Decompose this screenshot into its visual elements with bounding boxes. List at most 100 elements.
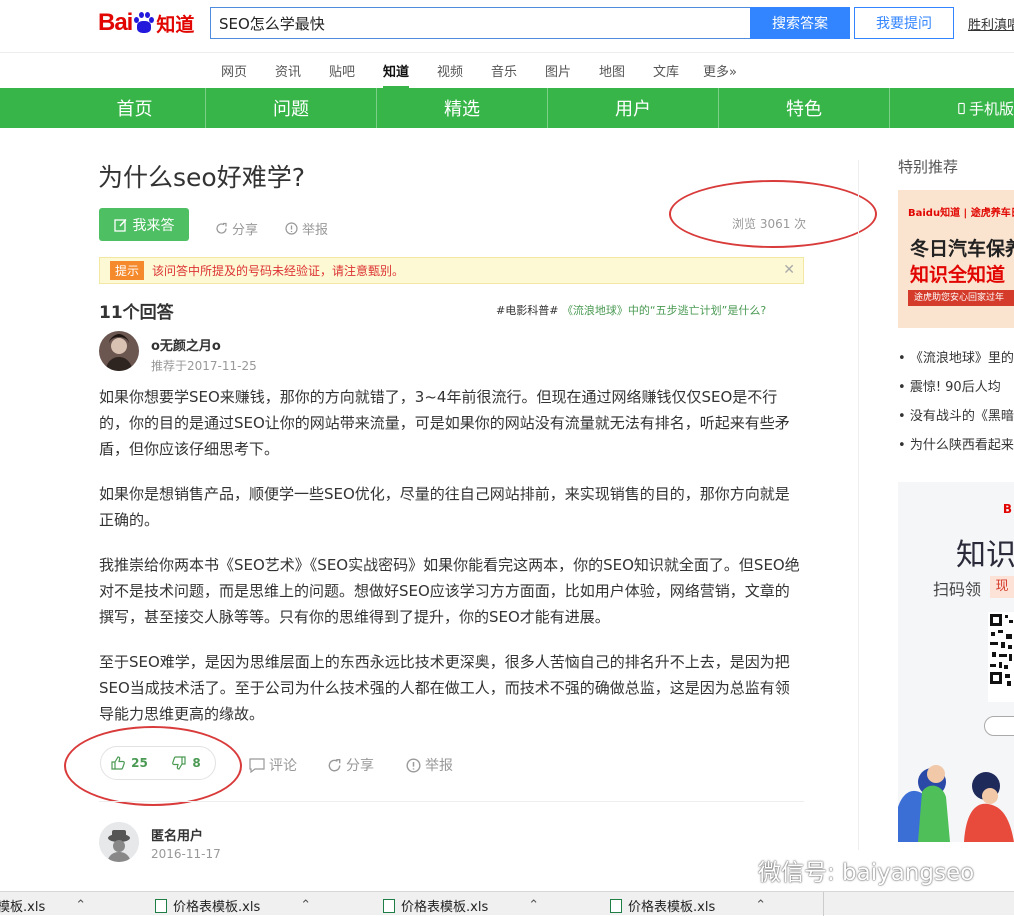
watermark-text: 微信号: baiyangseo	[758, 860, 975, 886]
excel-file-icon	[610, 898, 622, 913]
nav-mobile-label: 手机版	[968, 99, 1014, 118]
ad-tagline: 途虎助您安心回家过年	[908, 290, 1014, 306]
close-icon[interactable]: ✕	[783, 262, 795, 278]
search-answers-button[interactable]: 搜索答案	[750, 7, 850, 39]
ad2-title: 知识	[956, 538, 1014, 573]
nav-wenku[interactable]: 文库	[653, 61, 679, 80]
main-nav: 首页 问题 精选 用户 特色 手机版	[0, 88, 1014, 128]
wechat-watermark: 微信号: baiyangseo	[712, 853, 974, 887]
paw-icon	[134, 12, 155, 34]
ad2-button[interactable]	[984, 716, 1014, 736]
ad-brand: Baidu知道 | 途虎养车日	[908, 208, 1014, 219]
download-filename: 价格表模板.xls	[628, 900, 716, 915]
chevron-up-icon[interactable]: ⌃	[528, 898, 539, 913]
answer-button[interactable]: 我来答	[99, 208, 189, 241]
nav-maps[interactable]: 地图	[599, 61, 625, 80]
annotation-circle-views	[669, 180, 877, 248]
answer2-username: 匿名用户	[151, 829, 204, 844]
download-filename: 价格表模板.xls	[173, 900, 261, 915]
ad-headline-2: 知识全知道	[910, 264, 1006, 286]
wechat-icon	[713, 855, 751, 884]
hot-topic-link[interactable]: #电影科普# 《流浪地球》中的“五步逃亡计划”是什么?	[496, 302, 766, 318]
nav-featured[interactable]: 精选	[377, 88, 548, 128]
hot-topic-tag: #电影科普#	[496, 304, 559, 317]
sidebar-link[interactable]: • 震惊! 90后人均	[898, 376, 1001, 395]
top-bar: Bai 知道 SEO怎么学最快 搜索答案 我要提问 胜利滇唱	[0, 0, 1014, 50]
excel-file-icon	[155, 898, 167, 913]
report-answer-label: 举报	[425, 758, 453, 774]
share-icon	[216, 222, 227, 234]
edit-icon	[113, 218, 127, 232]
anonymous-avatar	[99, 822, 139, 862]
sidebar-title: 特别推荐	[898, 158, 959, 176]
nav-home[interactable]: 首页	[64, 88, 206, 128]
report-icon	[285, 222, 298, 235]
answer-count: 11个回答	[99, 303, 174, 323]
download-item[interactable]: 价格表模板.xls ⌃	[155, 896, 311, 915]
nav-web[interactable]: 网页	[221, 61, 247, 80]
notice-bar: 提示 该问答中所提及的号码未经验证，请注意甄别。 ✕	[99, 257, 804, 284]
nav-special[interactable]: 特色	[719, 88, 890, 128]
product-nav: 网页 资讯 贴吧 知道 视频 音乐 图片 地图 文库 更多»	[0, 52, 1014, 88]
user-link[interactable]: 胜利滇唱	[968, 14, 1014, 33]
download-filename: 价格表模板.xls	[0, 900, 46, 915]
answer2-date: 2016-11-17	[151, 847, 221, 861]
avatar[interactable]	[99, 331, 139, 371]
comment-link[interactable]: 评论	[249, 755, 297, 775]
download-item[interactable]: 价格表模板.xls ⌃	[383, 896, 539, 915]
baidu-zhidao-logo[interactable]: Bai 知道	[98, 6, 202, 40]
comment-label: 评论	[269, 758, 297, 774]
share-question-link[interactable]: 分享	[215, 219, 258, 238]
nav-video[interactable]: 视频	[437, 61, 463, 80]
sidebar-ad-qrcode[interactable]: B 知识 扫码领 现	[898, 482, 1014, 842]
answer-username[interactable]: o无颜之月o	[151, 335, 221, 354]
taskbar-divider	[823, 892, 824, 916]
download-filename: 价格表模板.xls	[401, 900, 489, 915]
answer-button-label: 我来答	[132, 217, 175, 234]
ad2-tag: 现	[990, 576, 1014, 598]
sidebar-link[interactable]: • 为什么陕西看起来	[898, 434, 1014, 453]
annotation-circle-votes	[64, 726, 242, 806]
nav-questions[interactable]: 问题	[206, 88, 377, 128]
answer-paragraph: 如果你想要学SEO来赚钱，那你的方向就错了，3~4年前很流行。但现在通过网络赚钱…	[99, 388, 790, 458]
report-icon	[406, 757, 421, 773]
ad2-subtitle: 扫码领	[933, 580, 982, 599]
ad-headline-1: 冬日汽车保养	[910, 238, 1014, 260]
nav-users[interactable]: 用户	[548, 88, 719, 128]
download-item[interactable]: 价格表模板.xls ⌃	[0, 896, 86, 915]
report-question-link[interactable]: 举报	[285, 219, 328, 238]
share-answer-link[interactable]: 分享	[327, 755, 374, 775]
answer-content: 如果你想要学SEO来赚钱，那你的方向就错了，3~4年前很流行。但现在通过网络赚钱…	[99, 384, 804, 746]
chevron-up-icon[interactable]: ⌃	[75, 898, 86, 913]
report-answer-link[interactable]: 举报	[406, 755, 453, 775]
nav-zhidao[interactable]: 知道	[383, 61, 410, 88]
sidebar-link[interactable]: • 《流浪地球》里的	[898, 347, 1014, 366]
answer-paragraph: 如果你是想销售产品，顺便学一些SEO优化，尽量的往自己网站排前，来实现销售的目的…	[99, 485, 790, 529]
nav-music[interactable]: 音乐	[491, 61, 517, 80]
ask-question-button[interactable]: 我要提问	[854, 7, 954, 39]
search-input[interactable]: SEO怎么学最快	[210, 7, 750, 39]
answer-date: 推荐于2017-11-25	[151, 359, 257, 373]
download-bar: 价格表模板.xls ⌃ 价格表模板.xls ⌃ 价格表模板.xls ⌃ 价格表模板.x…	[0, 891, 1014, 916]
sidebar-link[interactable]: • 没有战斗的《黑暗	[898, 405, 1014, 424]
nav-tieba[interactable]: 贴吧	[329, 61, 355, 80]
qr-code-icon	[988, 612, 1014, 702]
nav-mobile[interactable]: 手机版	[890, 88, 1014, 128]
sidebar-divider	[858, 160, 859, 850]
chevron-up-icon[interactable]: ⌃	[755, 898, 766, 913]
comment-icon	[249, 757, 265, 773]
ad2-illustration	[898, 765, 1014, 842]
sidebar-ad-car[interactable]: Baidu知道 | 途虎养车日 冬日汽车保养 知识全知道 途虎助您安心回家过年	[898, 190, 1014, 328]
nav-images[interactable]: 图片	[545, 61, 571, 80]
notice-text: 该问答中所提及的号码未经验证，请注意甄别。	[152, 264, 405, 278]
answer-paragraph: 至于SEO难学，是因为思维层面上的东西永远比技术更深奥，很多人苦恼自己的排名升不…	[99, 653, 790, 723]
report-label: 举报	[302, 223, 329, 238]
nav-more[interactable]: 更多»	[703, 61, 737, 80]
chevron-up-icon[interactable]: ⌃	[300, 898, 311, 913]
answer-paragraph: 我推崇给你两本书《SEO艺术》《SEO实战密码》如果你能看完这两本，你的SEO知…	[99, 556, 800, 626]
answer-divider	[99, 801, 804, 802]
phone-icon	[958, 102, 965, 114]
share-label: 分享	[232, 223, 259, 238]
download-item[interactable]: 价格表模板.xls ⌃	[610, 896, 766, 915]
nav-news[interactable]: 资讯	[275, 61, 301, 80]
